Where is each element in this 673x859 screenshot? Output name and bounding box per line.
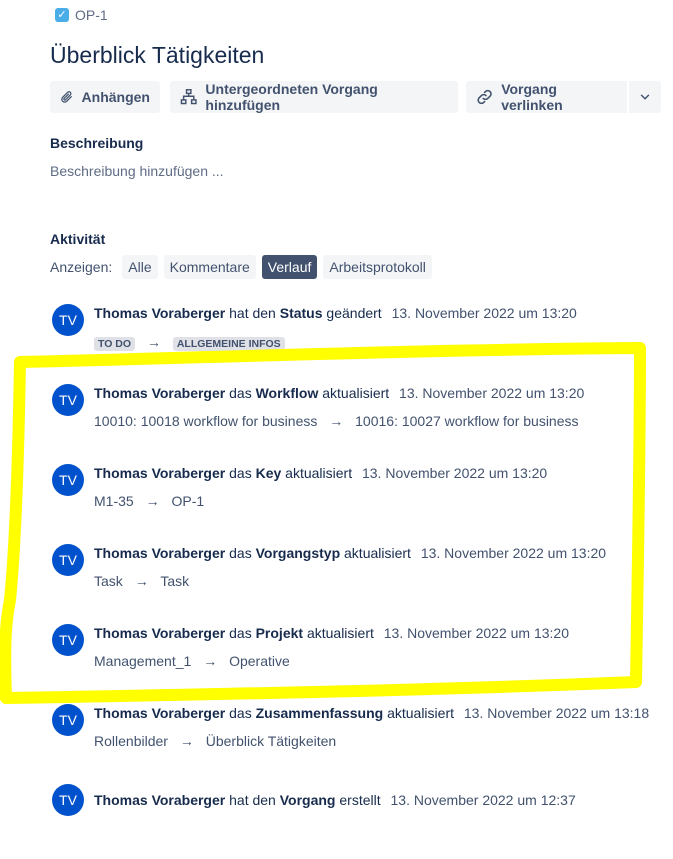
action-text: aktualisiert	[322, 385, 390, 401]
attach-label: Anhängen	[81, 89, 150, 105]
hierarchy-icon	[180, 89, 197, 105]
show-label: Anzeigen:	[50, 259, 113, 275]
arrow-right-icon: →	[329, 413, 344, 429]
paperclip-icon	[61, 91, 72, 103]
history-item-header: Thomas Voraberger hat den Vorgang erstel…	[94, 792, 576, 808]
add-child-label: Untergeordneten Vorgang hinzufügen	[205, 81, 378, 113]
filter-worklog-button[interactable]: Arbeitsprotokoll	[323, 255, 432, 279]
history-item-change: Rollenbilder → Überblick Tätigkeiten	[94, 733, 336, 749]
activity-label: Aktivität	[50, 231, 106, 247]
action-text: hat den	[229, 305, 276, 321]
history-item-change: Task → Task	[94, 573, 189, 589]
author-name[interactable]: Thomas Voraberger	[94, 465, 225, 481]
more-actions-dropdown[interactable]	[629, 81, 661, 113]
field-name: Status	[279, 305, 323, 321]
arrow-right-icon: →	[203, 653, 218, 669]
avatar[interactable]: TV	[52, 784, 84, 816]
avatar[interactable]: TV	[52, 464, 84, 496]
old-value: 10010: 10018 workflow for business	[94, 413, 318, 429]
author-name[interactable]: Thomas Voraberger	[94, 705, 225, 721]
history-item-header: Thomas Voraberger hat den Status geänder…	[94, 305, 577, 321]
history-item-change: TO DO → ALLGEMEINE INFOS	[94, 334, 285, 351]
history-item-header: Thomas Voraberger das Zusammenfassung ak…	[94, 705, 649, 721]
new-value: 10016: 10027 workflow for business	[355, 413, 579, 429]
timestamp: 13. November 2022 um 13:20	[420, 545, 607, 561]
action-text: das	[229, 545, 252, 561]
highlight-annotation	[0, 342, 646, 704]
author-name[interactable]: Thomas Voraberger	[94, 625, 225, 641]
history-item-header: Thomas Voraberger das Vorgangstyp aktual…	[94, 545, 606, 561]
field-name: Vorgangstyp	[255, 545, 341, 561]
action-text: hat den	[229, 792, 276, 808]
new-value: Task	[160, 573, 190, 589]
description-field[interactable]: Beschreibung hinzufügen ...	[50, 163, 224, 179]
description-label: Beschreibung	[50, 135, 144, 151]
filter-all-button[interactable]: Alle	[122, 255, 158, 279]
avatar[interactable]: TV	[52, 304, 84, 336]
arrow-right-icon: →	[146, 334, 161, 350]
page-title[interactable]: Überblick Tätigkeiten	[50, 42, 264, 69]
add-child-issue-button[interactable]: Untergeordneten Vorgang hinzufügen	[170, 81, 458, 113]
arrow-right-icon: →	[179, 733, 194, 749]
action-text: das	[229, 465, 252, 481]
attach-button[interactable]: Anhängen	[50, 81, 160, 113]
history-item-header: Thomas Voraberger das Key aktualisiert 1…	[94, 465, 547, 481]
filter-history-button[interactable]: Verlauf	[261, 255, 318, 279]
new-value: OP-1	[171, 493, 205, 509]
avatar[interactable]: TV	[52, 544, 84, 576]
timestamp: 13. November 2022 um 13:20	[391, 305, 577, 321]
action-text: aktualisiert	[344, 545, 411, 561]
issue-key-link[interactable]: OP-1	[75, 7, 108, 23]
arrow-right-icon: →	[145, 493, 160, 509]
action-text: erstellt	[339, 792, 381, 808]
field-name: Projekt	[255, 625, 304, 641]
link-issue-button[interactable]: Vorgang verlinken	[466, 81, 627, 113]
timestamp: 13. November 2022 um 13:20	[383, 625, 569, 641]
action-text: geändert	[326, 305, 382, 321]
old-value: Management_1	[94, 653, 192, 669]
history-item-change: 10010: 10018 workflow for business → 100…	[94, 413, 579, 429]
status-lozenge-from: TO DO	[94, 337, 136, 351]
new-value: Operative	[229, 653, 290, 669]
field-name: Workflow	[255, 385, 319, 401]
old-value: M1-35	[94, 493, 134, 509]
breadcrumb[interactable]: ✓ OP-1	[55, 7, 108, 23]
history-item-header: Thomas Voraberger das Workflow aktualisi…	[94, 385, 584, 401]
timestamp: 13. November 2022 um 13:20	[361, 465, 548, 481]
history-item-change: Management_1 → Operative	[94, 653, 290, 669]
author-name[interactable]: Thomas Voraberger	[94, 305, 225, 321]
timestamp: 13. November 2022 um 12:37	[390, 792, 576, 808]
action-text: aktualisiert	[306, 625, 374, 641]
activity-filter: Anzeigen: Alle Kommentare Verlauf Arbeit…	[50, 255, 432, 279]
timestamp: 13. November 2022 um 13:18	[463, 705, 650, 721]
avatar[interactable]: TV	[52, 384, 84, 416]
author-name[interactable]: Thomas Voraberger	[94, 545, 225, 561]
chevron-down-icon	[640, 94, 650, 100]
action-text: aktualisiert	[387, 705, 454, 721]
old-value: Task	[94, 573, 123, 589]
action-text: das	[229, 625, 252, 641]
author-name[interactable]: Thomas Voraberger	[94, 385, 225, 401]
action-text: aktualisiert	[285, 465, 353, 481]
author-name[interactable]: Thomas Voraberger	[94, 792, 225, 808]
arrow-right-icon: →	[134, 573, 149, 589]
status-lozenge-to: ALLGEMEINE INFOS	[172, 337, 285, 351]
avatar[interactable]: TV	[52, 704, 84, 736]
new-value: Überblick Tätigkeiten	[205, 733, 337, 749]
filter-comments-button[interactable]: Kommentare	[163, 255, 256, 279]
timestamp: 13. November 2022 um 13:20	[399, 385, 585, 401]
avatar[interactable]: TV	[52, 624, 84, 656]
checkbox-checked-icon: ✓	[55, 8, 69, 22]
old-value: Rollenbilder	[94, 733, 168, 749]
link-icon	[477, 89, 492, 105]
history-item-change: M1-35 → OP-1	[94, 493, 204, 509]
field-name: Zusammenfassung	[255, 705, 384, 721]
action-text: das	[229, 705, 252, 721]
field-name: Key	[255, 465, 282, 481]
field-name: Vorgang	[279, 792, 336, 808]
action-text: das	[229, 385, 252, 401]
link-issue-label: Vorgang verlinken	[501, 81, 563, 113]
history-item-header: Thomas Voraberger das Projekt aktualisie…	[94, 625, 569, 641]
